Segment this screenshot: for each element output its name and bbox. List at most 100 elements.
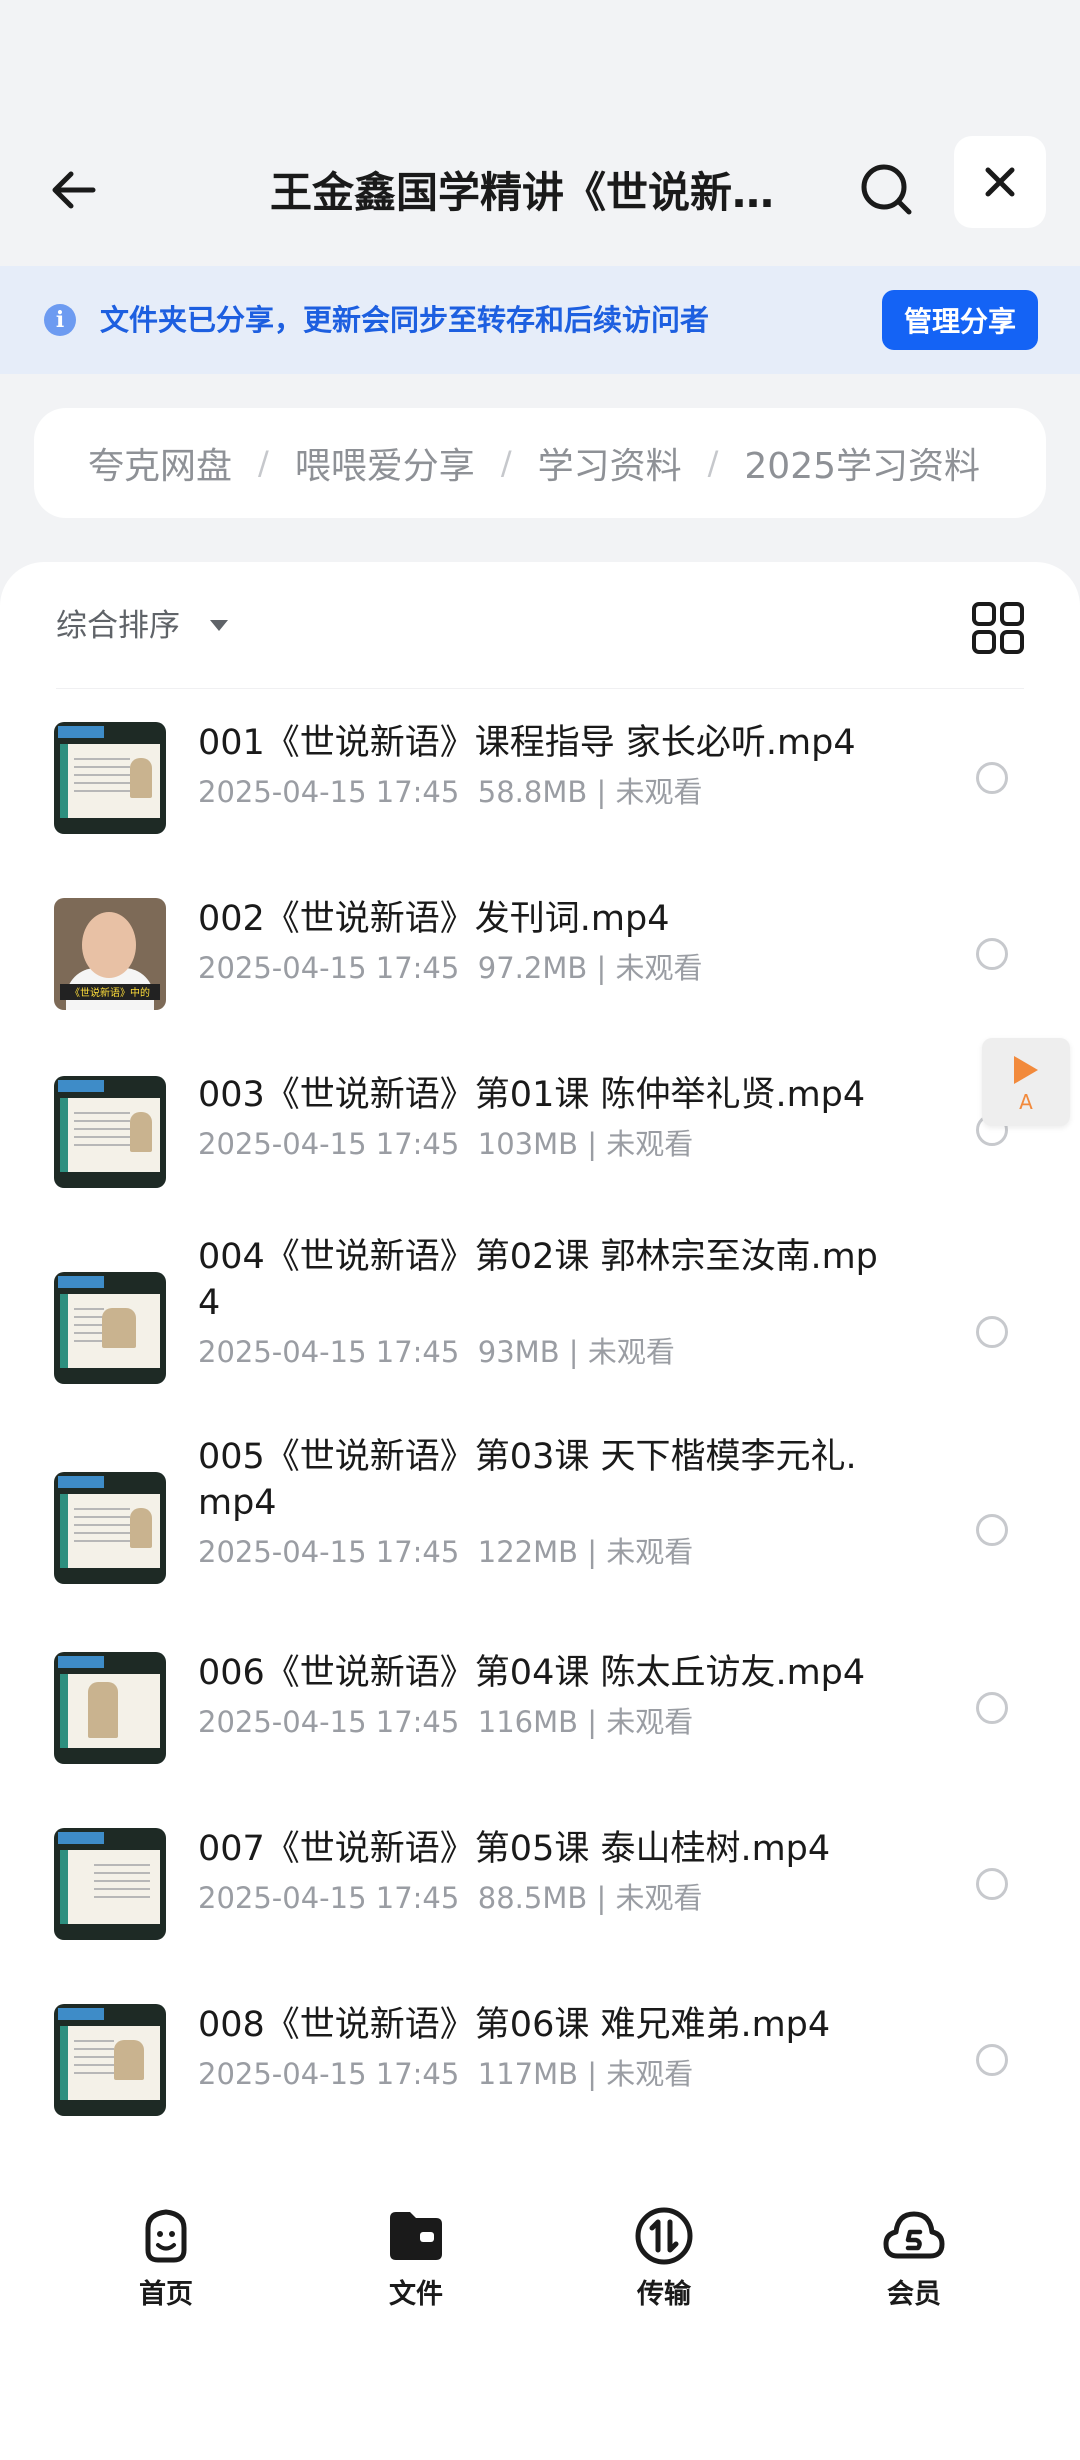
folder-icon [390, 2212, 442, 2260]
select-radio[interactable] [976, 1514, 1008, 1546]
select-radio[interactable] [976, 1692, 1008, 1724]
transfer-icon [635, 2207, 693, 2265]
nav-item-vip[interactable]: 会员 [844, 2180, 984, 2320]
file-date: 2025-04-15 17:45 [198, 1127, 460, 1161]
breadcrumb-item-study[interactable]: 学习资料 [538, 437, 682, 489]
breadcrumb-item-2025[interactable]: 2025学习资料 [744, 437, 980, 489]
file-date: 2025-04-15 17:45 [198, 775, 460, 809]
sort-dropdown[interactable]: 综合排序 [56, 602, 180, 650]
caret-down-icon[interactable] [210, 620, 228, 631]
list-item[interactable]: 006《世说新语》第04课 陈太丘访友.mp4 2025-04-15 17:45… [0, 1630, 1080, 1794]
breadcrumb-item-share[interactable]: 喂喂爱分享 [295, 437, 475, 489]
file-name: 006《世说新语》第04课 陈太丘访友.mp4 [198, 1653, 866, 1693]
select-radio[interactable] [976, 938, 1008, 970]
file-meta: 2025-04-15 17:45 116MB | 未观看 [198, 1705, 694, 1739]
nav-label: 首页 [139, 2279, 193, 2310]
list-item[interactable]: 《世说新语》中的 002《世说新语》发刊词.mp4 2025-04-15 17:… [0, 876, 1080, 1040]
video-thumbnail: 《世说新语》中的 [54, 898, 166, 1010]
close-button[interactable] [954, 136, 1046, 228]
file-meta: 2025-04-15 17:45 58.8MB | 未观看 [198, 775, 703, 809]
search-button[interactable] [852, 155, 922, 225]
watch-status: 未观看 [587, 1335, 675, 1369]
select-radio[interactable] [976, 1868, 1008, 1900]
nav-label: 文件 [389, 2279, 443, 2310]
list-item[interactable]: 008《世说新语》第06课 难兄难弟.mp4 2025-04-15 17:45 … [0, 1982, 1080, 2146]
breadcrumb-separator: / [258, 444, 269, 482]
nav-item-files[interactable]: 文件 [346, 2180, 486, 2320]
manage-share-button[interactable]: 管理分享 [882, 290, 1038, 350]
file-name: 004《世说新语》第02课 郭林宗至汝南.mp4 [198, 1237, 878, 1323]
file-meta: 2025-04-15 17:45 122MB | 未观看 [198, 1535, 694, 1569]
select-radio[interactable] [976, 762, 1008, 794]
file-meta: 2025-04-15 17:45 103MB | 未观看 [198, 1127, 694, 1161]
select-radio[interactable] [976, 1316, 1008, 1348]
file-meta: 2025-04-15 17:45 93MB | 未观看 [198, 1335, 675, 1369]
breadcrumb-separator: / [500, 444, 512, 482]
divider [56, 688, 1024, 689]
file-list-panel: 综合排序 001《世说新语》课程指导 家长必听.mp4 2025-04-15 1… [0, 562, 1080, 2460]
watch-status: 未观看 [606, 2057, 694, 2091]
file-meta: 2025-04-15 17:45 97.2MB | 未观看 [198, 951, 703, 985]
back-button[interactable] [40, 155, 110, 225]
select-radio[interactable] [976, 2044, 1008, 2076]
bottom-nav: 首页 文件 传输 会员 [0, 2180, 1080, 2320]
nav-item-home[interactable]: 首页 [96, 2180, 236, 2320]
cloud-vip-icon [883, 2211, 945, 2259]
file-name: 001《世说新语》课程指导 家长必听.mp4 [198, 723, 856, 763]
file-date: 2025-04-15 17:45 [198, 1881, 460, 1915]
file-date: 2025-04-15 17:45 [198, 1535, 460, 1569]
file-size: 116MB [477, 1705, 579, 1739]
grid-view-icon[interactable] [970, 600, 1026, 656]
breadcrumb-item-root[interactable]: 夸克网盘 [88, 437, 232, 489]
file-size: 103MB [477, 1127, 579, 1161]
nav-label: 传输 [637, 2279, 691, 2310]
sort-bar: 综合排序 [0, 562, 1080, 688]
watch-status: 未观看 [615, 951, 703, 985]
share-banner-text: 文件夹已分享，更新会同步至转存和后续访问者 [100, 303, 710, 337]
file-date: 2025-04-15 17:45 [198, 951, 460, 985]
video-thumbnail [54, 1472, 166, 1584]
video-thumbnail [54, 2004, 166, 2116]
file-size: 117MB [477, 2057, 579, 2091]
list-item[interactable]: 001《世说新语》课程指导 家长必听.mp4 2025-04-15 17:45 … [0, 700, 1080, 864]
search-icon [861, 164, 912, 215]
page-title: 王金鑫国学精讲《世说新语》 [270, 168, 790, 217]
file-date: 2025-04-15 17:45 [198, 1705, 460, 1739]
file-name: 003《世说新语》第01课 陈仲举礼贤.mp4 [198, 1075, 866, 1115]
file-name: 008《世说新语》第06课 难兄难弟.mp4 [198, 2005, 831, 2045]
top-bar: 王金鑫国学精讲《世说新语》 [0, 120, 1080, 266]
breadcrumb-separator: / [707, 444, 719, 482]
watch-status: 未观看 [606, 1705, 694, 1739]
watch-status: 未观看 [615, 775, 703, 809]
file-size: 93MB [477, 1335, 560, 1369]
file-date: 2025-04-15 17:45 [198, 1335, 460, 1369]
list-item[interactable]: 004《世说新语》第02课 郭林宗至汝南.mp4 2025-04-15 17:4… [0, 1228, 1080, 1428]
file-size: 88.5MB [477, 1881, 588, 1915]
watch-status: 未观看 [606, 1127, 694, 1161]
file-name: 002《世说新语》发刊词.mp4 [198, 899, 670, 939]
list-item[interactable]: 005《世说新语》第03课 天下楷模李元礼.mp4 2025-04-15 17:… [0, 1428, 1080, 1628]
floating-player-button[interactable]: A [982, 1038, 1070, 1126]
info-icon: i [44, 304, 76, 336]
play-icon [1014, 1056, 1038, 1084]
video-thumbnail [54, 1272, 166, 1384]
video-thumbnail [54, 1828, 166, 1940]
file-meta: 2025-04-15 17:45 117MB | 未观看 [198, 2057, 694, 2091]
video-thumbnail [54, 1076, 166, 1188]
nav-item-transfer[interactable]: 传输 [594, 2180, 734, 2320]
file-size: 58.8MB [477, 775, 588, 809]
watch-status: 未观看 [615, 1881, 703, 1915]
file-date: 2025-04-15 17:45 [198, 2057, 460, 2091]
arrow-left-icon [52, 171, 96, 209]
close-icon [985, 167, 1015, 197]
video-thumbnail [54, 722, 166, 834]
file-meta: 2025-04-15 17:45 88.5MB | 未观看 [198, 1881, 703, 1915]
file-size: 97.2MB [477, 951, 588, 985]
floating-player-label: A [1019, 1090, 1033, 1114]
file-name: 005《世说新语》第03课 天下楷模李元礼.mp4 [198, 1437, 857, 1523]
list-item[interactable]: 003《世说新语》第01课 陈仲举礼贤.mp4 2025-04-15 17:45… [0, 1052, 1080, 1216]
home-face-icon [145, 2209, 187, 2263]
list-item[interactable]: 007《世说新语》第05课 泰山桂树.mp4 2025-04-15 17:45 … [0, 1806, 1080, 1970]
video-thumbnail [54, 1652, 166, 1764]
breadcrumb: 夸克网盘 / 喂喂爱分享 / 学习资料 / 2025学习资料 [34, 408, 1046, 518]
